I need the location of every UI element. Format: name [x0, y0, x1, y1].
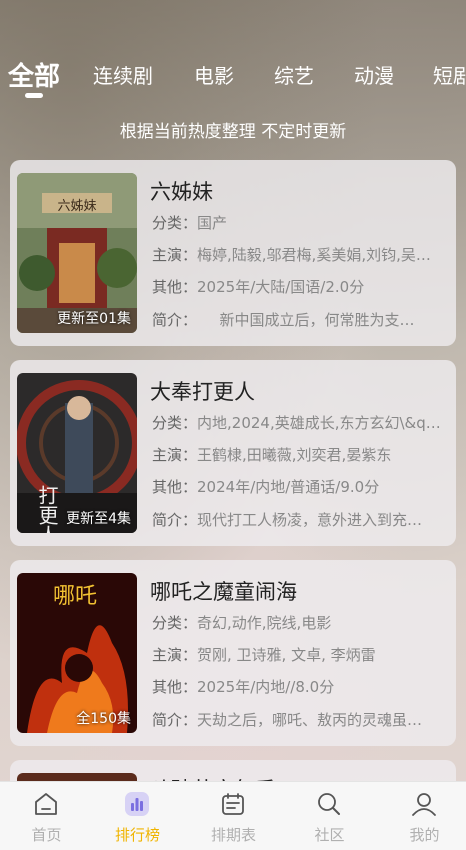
nav-schedule[interactable]: 排期表	[187, 782, 280, 850]
ranking-subtitle: 根据当前热度整理 不定时更新	[119, 122, 347, 142]
poster-title-text: 打更人	[35, 485, 59, 533]
other-key: 其他：	[152, 678, 198, 696]
cast-key: 主演：	[152, 646, 198, 664]
other-line: 其他：2024年/内地/普通话/9.0分	[152, 476, 442, 497]
nav-label: 我的	[409, 826, 440, 844]
nav-label: 排行榜	[114, 826, 160, 844]
tab-series[interactable]: 连续剧	[93, 60, 153, 89]
tab-variety[interactable]: 综艺	[274, 60, 314, 89]
intro-key: 简介：	[152, 311, 190, 329]
intro-key: 简介：	[152, 511, 198, 529]
category-key: 分类：	[152, 614, 198, 632]
show-title[interactable]: 哪吒之魔童闹海	[150, 576, 297, 606]
cast-line: 主演：王鹤棣,田曦薇,刘奕君,晏紫东	[152, 444, 442, 465]
other-value: 2025年/内地//8.0分	[197, 678, 335, 696]
other-line: 其他：2025年/大陆/国语/2.0分	[152, 276, 442, 297]
cast-value: 梅婷,陆毅,邬君梅,奚美娟,刘钧,吴…	[197, 246, 431, 264]
category-line: 分类：国产	[152, 212, 442, 233]
other-key: 其他：	[152, 278, 198, 296]
intro-key: 简介：	[152, 711, 198, 729]
show-title[interactable]: 大奉打更人	[150, 376, 255, 406]
search-icon	[318, 793, 340, 815]
other-value: 2024年/内地/普通话/9.0分	[197, 478, 380, 496]
poster-image[interactable]: 哪吒 全150集	[17, 573, 137, 733]
cast-key: 主演：	[152, 446, 198, 464]
intro-value: 新中国成立后，何常胜为支…	[189, 311, 415, 329]
episode-badge: 全150集	[76, 711, 131, 727]
episode-badge: 更新至4集	[66, 511, 131, 527]
cast-key: 主演：	[152, 246, 198, 264]
other-value: 2025年/大陆/国语/2.0分	[197, 278, 365, 296]
ranking-card[interactable]: 六姊妹 更新至01集 六姊妹 分类：国产 主演：梅婷,陆毅,邬君梅,奚美娟,刘钧…	[10, 160, 456, 346]
bottom-nav: 首页 排行榜 排期表 社区 我的	[0, 781, 466, 850]
active-tab-indicator	[25, 93, 43, 98]
cast-line: 主演：梅婷,陆毅,邬君梅,奚美娟,刘钧,吴…	[152, 244, 442, 265]
category-tabs: 全部 连续剧 电影 综艺 动漫 短剧	[0, 56, 466, 92]
intro-line: 简介：天劫之后，哪吒、敖丙的灵魂虽…	[152, 709, 442, 730]
other-line: 其他：2025年/内地//8.0分	[152, 676, 442, 697]
nav-profile[interactable]: 我的	[378, 782, 466, 850]
show-title[interactable]: 六姊妹	[150, 176, 213, 206]
profile-icon	[412, 793, 436, 816]
cast-value: 贺刚, 卫诗雅, 文卓, 李炳雷	[197, 646, 376, 664]
ranking-card[interactable]: 哪吒 全150集 哪吒之魔童闹海 分类：奇幻,动作,院线,电影 主演：贺刚, 卫…	[10, 560, 456, 746]
nav-label: 排期表	[210, 826, 256, 844]
episode-badge: 更新至01集	[57, 311, 131, 327]
home-icon	[35, 793, 57, 815]
intro-value: 现代打工人杨凌，意外进入到充…	[197, 511, 423, 529]
poster-title-text: 六姊妹	[57, 199, 96, 214]
cast-line: 主演：贺刚, 卫诗雅, 文卓, 李炳雷	[152, 644, 442, 665]
intro-line: 简介： 新中国成立后，何常胜为支…	[152, 309, 442, 330]
other-key: 其他：	[152, 478, 198, 496]
category-value: 内地,2024,英雄成长,东方玄幻\&q…	[197, 414, 441, 432]
ranking-card[interactable]: 打更人 更新至4集 大奉打更人 分类：内地,2024,英雄成长,东方玄幻\&q……	[10, 360, 456, 546]
intro-line: 简介：现代打工人杨凌，意外进入到充…	[152, 509, 442, 530]
poster-image[interactable]: 打更人 更新至4集	[17, 373, 137, 533]
category-value: 奇幻,动作,院线,电影	[197, 614, 332, 632]
tab-all[interactable]: 全部	[8, 56, 60, 92]
category-line: 分类：内地,2024,英雄成长,东方玄幻\&q…	[152, 412, 442, 433]
tab-movie[interactable]: 电影	[194, 60, 234, 89]
nav-home[interactable]: 首页	[0, 782, 93, 850]
tab-anime[interactable]: 动漫	[354, 60, 394, 89]
schedule-icon	[222, 793, 244, 815]
ranking-icon	[125, 792, 149, 816]
nav-label: 社区	[314, 826, 345, 844]
intro-value: 天劫之后，哪吒、敖丙的灵魂虽…	[197, 711, 423, 729]
nav-label: 首页	[31, 826, 62, 844]
category-line: 分类：奇幻,动作,院线,电影	[152, 612, 442, 633]
cast-value: 王鹤棣,田曦薇,刘奕君,晏紫东	[197, 446, 392, 464]
category-value: 国产	[197, 214, 228, 232]
tab-short-drama[interactable]: 短剧	[433, 60, 466, 89]
category-key: 分类：	[152, 414, 198, 432]
category-key: 分类：	[152, 214, 198, 232]
poster-title-text: 哪吒	[53, 584, 97, 609]
poster-image[interactable]: 六姊妹 更新至01集	[17, 173, 137, 333]
nav-community[interactable]: 社区	[283, 782, 376, 850]
nav-ranking[interactable]: 排行榜	[91, 782, 184, 850]
